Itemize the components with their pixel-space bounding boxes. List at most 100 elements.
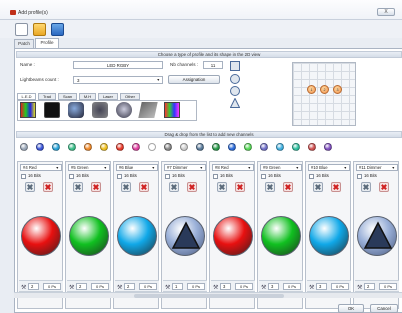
duplicate-channel-button[interactable]: ✖ [265, 182, 275, 192]
channel-count-input[interactable]: 2 [28, 283, 39, 290]
pixel-matrix-icon[interactable] [164, 102, 180, 118]
delete-channel-button[interactable]: ✖ [283, 182, 293, 192]
channel-count-input[interactable]: 3 [316, 283, 327, 290]
channel-type-select[interactable]: #9 Green ▼ [260, 164, 302, 171]
palette-channel-icon[interactable] [196, 143, 204, 151]
moving-head-icon[interactable] [92, 102, 108, 118]
bits-checkbox[interactable] [213, 174, 218, 179]
square-shape-button[interactable] [230, 61, 240, 71]
channel-count-input[interactable]: 3 [220, 283, 231, 290]
horizontal-scrollbar[interactable] [14, 292, 402, 298]
palette-channel-icon[interactable] [228, 143, 236, 151]
channel-type-select[interactable]: #11 Dimmer ▼ [356, 164, 398, 171]
duplicate-channel-button[interactable]: ✖ [361, 182, 371, 192]
palette-channel-icon[interactable] [308, 143, 316, 151]
channel-fade-input[interactable]: 0 Ps [139, 283, 157, 290]
new-file-button[interactable] [15, 23, 28, 36]
palette-channel-icon[interactable] [148, 143, 156, 151]
duplicate-channel-button[interactable]: ✖ [217, 182, 227, 192]
palette-channel-icon[interactable] [100, 143, 108, 151]
duplicate-channel-button[interactable]: ✖ [73, 182, 83, 192]
palette-channel-icon[interactable] [116, 143, 124, 151]
triangle-shape-button[interactable] [230, 98, 240, 108]
channel-fade-input[interactable]: 0 Ps [235, 283, 253, 290]
led-panel-icon[interactable] [44, 102, 60, 118]
category-tab-scan[interactable]: Scan [58, 93, 77, 100]
palette-channel-icon[interactable] [84, 143, 92, 151]
delete-channel-button[interactable]: ✖ [43, 182, 53, 192]
channel-count-input[interactable]: 1 [172, 283, 183, 290]
channel-fade-input[interactable]: 0 Ps [43, 283, 61, 290]
duplicate-channel-button[interactable]: ✖ [121, 182, 131, 192]
channel-type-select[interactable]: #6 Blue ▼ [116, 164, 158, 171]
palette-channel-icon[interactable] [276, 143, 284, 151]
duplicate-channel-button[interactable]: ✖ [169, 182, 179, 192]
spot-light-icon[interactable] [116, 102, 132, 118]
channel-count-input[interactable]: 3 [268, 283, 279, 290]
bits-checkbox[interactable] [261, 174, 266, 179]
ok-button[interactable]: OK [338, 304, 364, 313]
channel-type-select[interactable]: #8 Red ▼ [212, 164, 254, 171]
palette-channel-icon[interactable] [68, 143, 76, 151]
bits-checkbox[interactable] [69, 174, 74, 179]
channel-type-select[interactable]: #10 Blue ▼ [308, 164, 350, 171]
led-bar-icon[interactable] [20, 102, 36, 118]
category-tab-mh[interactable]: M.H [79, 93, 96, 100]
category-tab-laser[interactable]: Laser [98, 93, 118, 100]
channel-fade-input[interactable]: 0 Ps [187, 283, 205, 290]
channel-count-input[interactable]: 2 [124, 283, 135, 290]
category-tab-led[interactable]: L.E.D [17, 93, 36, 100]
lightbeams-select[interactable]: 3 ▼ [73, 76, 163, 84]
grid-led[interactable]: 2 [320, 85, 329, 94]
close-button[interactable]: X [377, 8, 395, 16]
delete-channel-button[interactable]: ✖ [235, 182, 245, 192]
delete-channel-button[interactable]: ✖ [379, 182, 389, 192]
save-button[interactable] [51, 23, 64, 36]
palette-channel-icon[interactable] [132, 143, 140, 151]
palette-channel-icon[interactable] [292, 143, 300, 151]
palette-channel-icon[interactable] [244, 143, 252, 151]
palette-channel-icon[interactable] [212, 143, 220, 151]
delete-channel-button[interactable]: ✖ [139, 182, 149, 192]
palette-channel-icon[interactable] [20, 143, 28, 151]
category-tab-other[interactable]: Other [120, 93, 140, 100]
delete-channel-button[interactable]: ✖ [91, 182, 101, 192]
tab-profile[interactable]: Profile [35, 38, 59, 48]
channel-type-select[interactable]: #4 Red ▼ [20, 164, 62, 171]
palette-channel-icon[interactable] [52, 143, 60, 151]
delete-channel-button[interactable]: ✖ [331, 182, 341, 192]
channel-fade-input[interactable]: 0 Ps [283, 283, 301, 290]
palette-channel-icon[interactable] [36, 143, 44, 151]
assignation-button[interactable]: Assignation [168, 75, 220, 84]
palette-channel-icon[interactable] [164, 143, 172, 151]
channel-count-input[interactable]: 2 [364, 283, 375, 290]
duplicate-channel-button[interactable]: ✖ [313, 182, 323, 192]
tab-patch[interactable]: Patch [14, 39, 34, 48]
open-folder-button[interactable] [33, 23, 46, 36]
cancel-button[interactable]: Cancel [370, 304, 398, 313]
palette-channel-icon[interactable] [180, 143, 188, 151]
duplicate-channel-button[interactable]: ✖ [25, 182, 35, 192]
par-can-icon[interactable] [68, 102, 84, 118]
channel-fade-input[interactable]: 0 Ps [331, 283, 349, 290]
circle-shape-button[interactable] [230, 74, 240, 84]
bits-checkbox[interactable] [357, 174, 362, 179]
palette-channel-icon[interactable] [324, 143, 332, 151]
channel-fade-input[interactable]: 0 Ps [91, 283, 109, 290]
name-input[interactable]: LED RGBY [73, 61, 163, 69]
category-tab-trad[interactable]: Trad [38, 93, 56, 100]
circle-small-shape-button[interactable] [230, 86, 240, 96]
bits-checkbox[interactable] [117, 174, 122, 179]
bits-checkbox[interactable] [165, 174, 170, 179]
delete-channel-button[interactable]: ✖ [187, 182, 197, 192]
palette-channel-icon[interactable] [260, 143, 268, 151]
nb-channels-input[interactable]: 11 [203, 61, 223, 69]
channel-fade-input[interactable]: 0 Ps [379, 283, 397, 290]
grid-led[interactable]: 1 [307, 85, 316, 94]
channel-count-input[interactable]: 2 [76, 283, 87, 290]
channel-type-select[interactable]: #5 Green ▼ [68, 164, 110, 171]
channel-type-select[interactable]: #7 Dimmer ▼ [164, 164, 206, 171]
bits-checkbox[interactable] [21, 174, 26, 179]
wash-panel-icon[interactable] [138, 102, 158, 118]
bits-checkbox[interactable] [309, 174, 314, 179]
